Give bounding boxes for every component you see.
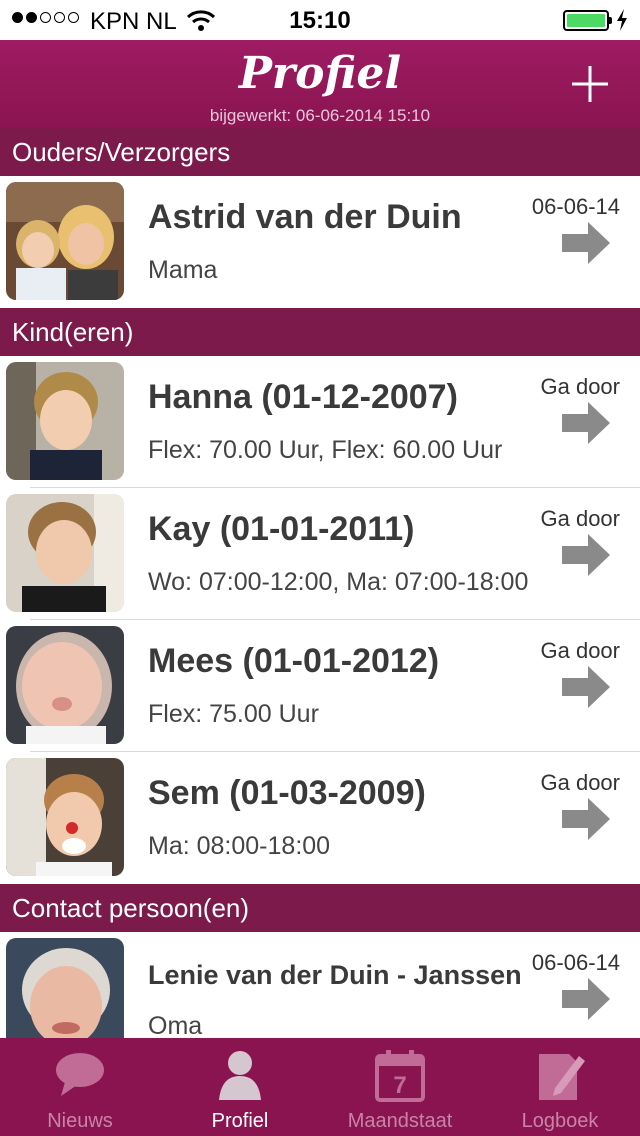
- child-name: Sem (01-03-2009): [148, 774, 426, 812]
- tab-profiel[interactable]: Profiel: [160, 1038, 320, 1136]
- section-header-parents: Ouders/Verzorgers: [0, 128, 640, 176]
- parent-row[interactable]: Astrid van der Duin Mama 06-06-14: [0, 176, 640, 308]
- calendar-icon: 7: [375, 1050, 425, 1102]
- status-bar: KPN NL 15:10: [0, 0, 640, 40]
- speech-bubble-icon: [56, 1053, 104, 1096]
- clock: 15:10: [289, 7, 351, 34]
- child-name: Hanna (01-12-2007): [148, 378, 458, 416]
- continue-label: Ga door: [540, 770, 621, 795]
- avatar: [6, 758, 124, 876]
- tab-logboek[interactable]: Logboek: [480, 1038, 640, 1136]
- child-schedule: Flex: 75.00 Uur: [148, 700, 319, 728]
- calendar-day: 7: [393, 1072, 406, 1099]
- page-title: Profiel: [238, 48, 402, 99]
- arrow-right-icon[interactable]: [562, 222, 610, 264]
- child-name: Mees (01-01-2012): [148, 642, 440, 680]
- parent-role: Mama: [148, 256, 218, 284]
- parent-name: Astrid van der Duin: [148, 198, 462, 236]
- arrow-right-icon[interactable]: [562, 978, 610, 1020]
- section-header-contacts: Contact persoon(en): [0, 884, 640, 932]
- child-row[interactable]: Kay (01-01-2011) Wo: 07:00-12:00, Ma: 07…: [0, 488, 640, 620]
- tab-nieuws[interactable]: Nieuws: [0, 1038, 160, 1136]
- person-icon: [219, 1051, 261, 1100]
- add-icon[interactable]: [568, 62, 612, 106]
- tab-label: Nieuws: [47, 1110, 113, 1132]
- battery-icon: [563, 10, 612, 31]
- avatar: [6, 494, 124, 612]
- child-name: Kay (01-01-2011): [148, 510, 415, 548]
- contact-role: Oma: [148, 1012, 203, 1040]
- section-header-children: Kind(eren): [0, 308, 640, 356]
- last-updated: bijgewerkt: 06-06-2014 15:10: [209, 106, 431, 125]
- child-row[interactable]: Sem (01-03-2009) Ma: 08:00-18:00 Ga door: [0, 752, 640, 884]
- arrow-right-icon[interactable]: [562, 534, 610, 576]
- contact-name: Lenie van der Duin - Janssen: [148, 960, 522, 990]
- arrow-right-icon[interactable]: [562, 798, 610, 840]
- child-schedule: Wo: 07:00-12:00, Ma: 07:00-18:00: [148, 568, 529, 596]
- child-row[interactable]: Mees (01-01-2012) Flex: 75.00 Uur Ga doo…: [0, 620, 640, 752]
- charging-bolt-icon: [617, 9, 627, 31]
- contact-date: 06-06-14: [531, 950, 620, 975]
- child-schedule: Ma: 08:00-18:00: [148, 832, 331, 860]
- continue-label: Ga door: [540, 638, 621, 663]
- child-row[interactable]: Hanna (01-12-2007) Flex: 70.00 Uur, Flex…: [0, 356, 640, 488]
- child-schedule: Flex: 70.00 Uur, Flex: 60.00 Uur: [148, 436, 503, 464]
- arrow-right-icon[interactable]: [562, 402, 610, 444]
- tab-label: Logboek: [521, 1110, 599, 1132]
- tab-bar: Nieuws Profiel 7 Maandstaat Logboek: [0, 1038, 640, 1136]
- tab-maandstaat[interactable]: 7 Maandstaat: [320, 1038, 480, 1136]
- tab-label: Maandstaat: [347, 1110, 453, 1132]
- navigation-bar: Profiel bijgewerkt: 06-06-2014 15:10: [0, 40, 640, 128]
- continue-label: Ga door: [540, 374, 621, 399]
- parent-date: 06-06-14: [531, 194, 620, 219]
- continue-label: Ga door: [540, 506, 621, 531]
- notebook-pencil-icon: [539, 1054, 585, 1100]
- avatar: [6, 182, 124, 300]
- avatar: [6, 362, 124, 480]
- avatar: [6, 626, 124, 744]
- arrow-right-icon[interactable]: [562, 666, 610, 708]
- tab-label: Profiel: [211, 1110, 269, 1132]
